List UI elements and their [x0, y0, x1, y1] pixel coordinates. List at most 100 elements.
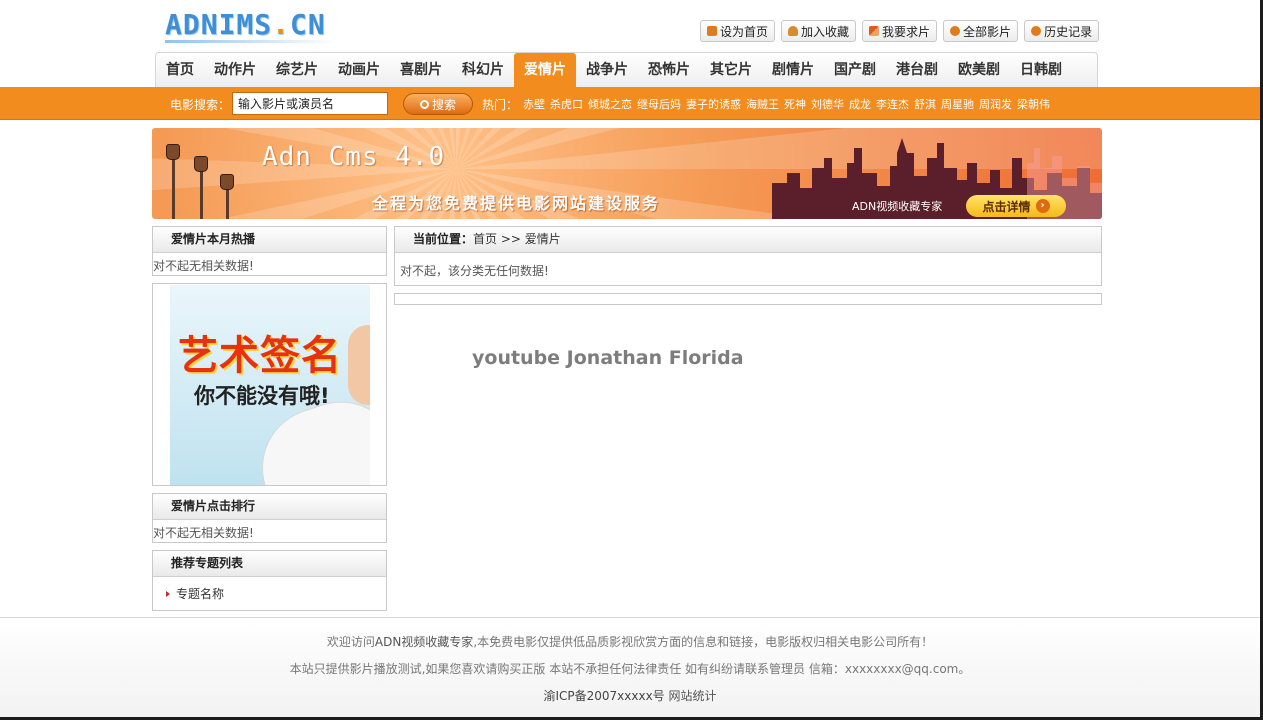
search-bar: 电影搜索： 搜索 热门： 赤壁 杀虎口 倾城之恋 继母后妈 妻子的诱惑 海贼王 … [0, 87, 1260, 120]
nav-item-other[interactable]: 其它片 [700, 53, 762, 87]
request-movie-button[interactable]: 我要求片 [862, 20, 938, 42]
toplink-label: 全部影片 [963, 24, 1012, 39]
footer-suffix: ,本免费电影仅提供低品质影视欣赏方面的信息和链接，电影版权归相关电影公司所有！ [473, 635, 934, 649]
hot-keyword[interactable]: 妻子的诱惑 [686, 96, 741, 112]
nav-item-animation[interactable]: 动画片 [328, 53, 390, 87]
ad-hand-figure [348, 325, 370, 405]
search-icon [419, 99, 429, 109]
bullet-triangle-icon [166, 590, 170, 597]
footer-site-link[interactable]: ADN视频收藏专家 [375, 635, 473, 649]
nav-item-horror[interactable]: 恐怖片 [638, 53, 700, 87]
ad-tagline: 你不能没有哦! [194, 384, 330, 408]
search-button-label: 搜索 [431, 97, 456, 112]
topics-title: 推荐专题列表 [153, 551, 386, 577]
search-label: 电影搜索： [170, 98, 231, 112]
hot-keyword[interactable]: 梁朝伟 [1017, 96, 1050, 112]
footer: 欢迎访问ADN视频收藏专家,本免费电影仅提供低品质影视欣赏方面的信息和链接，电影… [0, 617, 1260, 717]
hot-keyword[interactable]: 死神 [784, 96, 806, 112]
home-icon [707, 26, 717, 36]
hot-keyword[interactable]: 海贼王 [746, 96, 779, 112]
click-rank-title: 爱情片点击排行 [153, 494, 386, 520]
click-rank-empty: 对不起无相关数据! [153, 526, 254, 540]
hot-keyword[interactable]: 舒淇 [914, 96, 936, 112]
toplink-label: 我要求片 [882, 24, 931, 39]
lamp-head-icon [166, 144, 180, 160]
hot-month-box: 爱情片本月热播 对不起无相关数据! [152, 226, 387, 276]
toplink-label: 历史记录 [1044, 24, 1093, 39]
banner-details-button[interactable]: 点击详情 › [966, 195, 1066, 217]
nav-item-home[interactable]: 首页 [156, 53, 204, 87]
footer-prefix: 欢迎访问 [326, 635, 375, 649]
ad-image: 艺术签名 你不能没有哦! [170, 285, 370, 485]
add-favorite-button[interactable]: 加入收藏 [781, 20, 857, 42]
nav-item-comedy[interactable]: 喜剧片 [390, 53, 452, 87]
search-button[interactable]: 搜索 [403, 93, 473, 115]
hot-keyword[interactable]: 刘德华 [811, 96, 844, 112]
hot-keyword[interactable]: 倾城之恋 [588, 96, 632, 112]
hot-month-title: 爱情片本月热播 [153, 227, 386, 253]
pagination-bar [394, 293, 1102, 305]
logo-dot: . [272, 8, 291, 41]
street-lamp-icon [200, 170, 203, 219]
hot-keyword[interactable]: 李连杰 [876, 96, 909, 112]
nav-item-drama[interactable]: 剧情片 [762, 53, 824, 87]
hot-keyword[interactable]: 赤壁 [523, 96, 545, 112]
nav-item-domestic-series[interactable]: 国产剧 [824, 53, 886, 87]
arrow-right-icon: › [1035, 199, 1050, 213]
hot-month-empty: 对不起无相关数据! [153, 259, 254, 273]
site-logo[interactable]: ADNIMS.CN [165, 8, 326, 41]
watermark-text: youtube Jonathan Florida [472, 347, 744, 369]
nav-item-scifi[interactable]: 科幻片 [452, 53, 514, 87]
breadcrumb-separator: >> [497, 232, 525, 246]
search-input[interactable] [232, 92, 388, 115]
nav-item-variety[interactable]: 综艺片 [266, 53, 328, 87]
street-lamp-icon [226, 186, 229, 219]
all-movies-icon [950, 26, 961, 36]
lamp-head-icon [220, 174, 234, 190]
hot-keyword[interactable]: 周星驰 [941, 96, 974, 112]
topic-item[interactable]: 专题名称 [153, 577, 386, 602]
hot-keyword[interactable]: 继母后妈 [637, 96, 681, 112]
footer-line-2: 本站只提供影片播放测试,如果您喜欢请购买正版 本站不承担任何法律责任 如有纠纷请… [289, 662, 971, 676]
topic-label: 专题名称 [176, 587, 225, 601]
nav-item-war[interactable]: 战争片 [576, 53, 638, 87]
all-movies-button[interactable]: 全部影片 [943, 20, 1019, 42]
top-links: 设为首页 加入收藏 我要求片 全部影片 历史记录 [700, 20, 1100, 42]
breadcrumb-home[interactable]: 首页 [473, 232, 497, 246]
nav-item-action[interactable]: 动作片 [204, 53, 266, 87]
banner-subtitle: 全程为您免费提供电影网站建设服务 [372, 194, 661, 213]
hot-label: 热门： [482, 98, 519, 112]
site-stats-link[interactable]: 网站统计 [669, 689, 717, 703]
hot-keyword[interactable]: 周润发 [979, 96, 1012, 112]
hot-keywords: 赤壁 杀虎口 倾城之恋 继母后妈 妻子的诱惑 海贼王 死神 刘德华 成龙 李连杰… [523, 96, 1050, 112]
banner-button-label: 点击详情 [982, 199, 1031, 214]
logo-text: ADNIMS [165, 8, 273, 41]
footer-line-1: 欢迎访问ADN视频收藏专家,本免费电影仅提供低品质影视欣赏方面的信息和链接，电影… [0, 633, 1260, 650]
history-button[interactable]: 历史记录 [1024, 20, 1100, 42]
sidebar-ad[interactable]: 艺术签名 你不能没有哦! [152, 283, 387, 486]
promo-banner[interactable]: Adn Cms 4.0 全程为您免费提供电影网站建设服务 ADN视频收藏专家 点… [152, 128, 1102, 219]
logo-tld: CN [290, 8, 326, 41]
hot-keyword[interactable]: 杀虎口 [550, 96, 583, 112]
toplink-label: 设为首页 [720, 24, 769, 39]
toplink-label: 加入收藏 [801, 24, 850, 39]
nav-item-western-series[interactable]: 欧美剧 [948, 53, 1010, 87]
empty-category-message: 对不起，该分类无任何数据! [400, 264, 549, 278]
topics-box: 推荐专题列表 专题名称 [152, 550, 387, 611]
breadcrumb: 当前位置：首页 >> 爱情片 [395, 227, 1101, 253]
favorite-icon [788, 26, 799, 36]
nav-item-romance[interactable]: 爱情片 [514, 53, 576, 87]
icp-number[interactable]: 渝ICP备2007xxxxx号 [543, 689, 664, 703]
street-lamp-icon [172, 158, 175, 219]
nav-item-hktw-series[interactable]: 港台剧 [886, 53, 948, 87]
ad-headline: 艺术签名 [178, 333, 342, 379]
hot-keyword[interactable]: 成龙 [849, 96, 871, 112]
banner-title: Adn Cms 4.0 [262, 142, 446, 172]
lamp-head-icon [194, 156, 208, 172]
click-rank-box: 爱情片点击排行 对不起无相关数据! [152, 493, 387, 543]
nav-item-jpkr-series[interactable]: 日韩剧 [1010, 53, 1072, 87]
breadcrumb-current[interactable]: 爱情片 [525, 232, 561, 246]
set-homepage-button[interactable]: 设为首页 [700, 20, 776, 42]
footer-line-3: 渝ICP备2007xxxxx号 网站统计 [0, 687, 1260, 704]
request-icon [869, 26, 880, 36]
